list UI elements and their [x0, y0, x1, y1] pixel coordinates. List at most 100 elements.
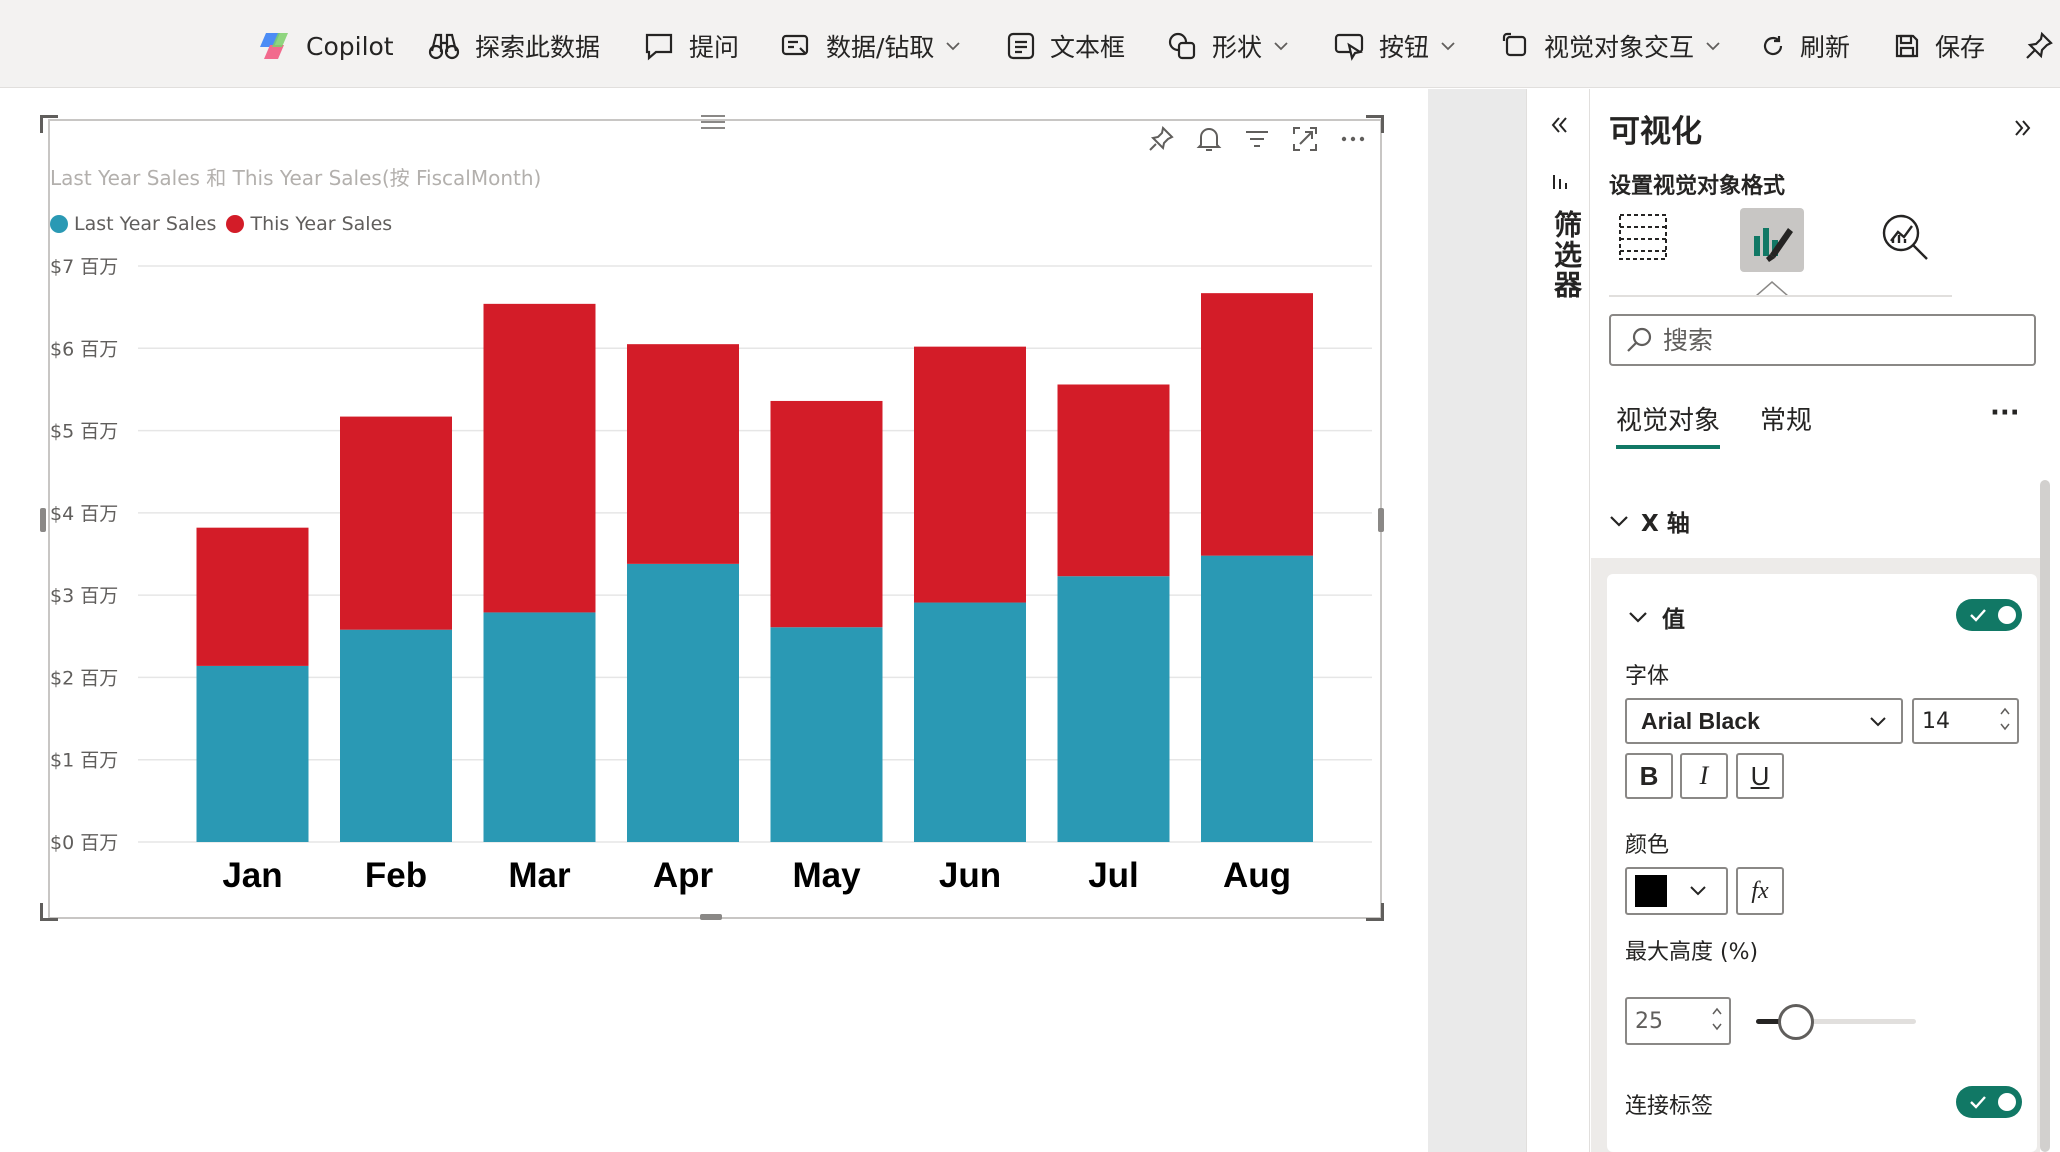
bell-icon[interactable]	[1194, 124, 1224, 154]
filter-icon[interactable]	[1242, 124, 1272, 154]
visual-title: Last Year Sales 和 This Year Sales(按 Fisc…	[50, 166, 542, 190]
font-family-dropdown[interactable]: Arial Black	[1625, 698, 1903, 744]
format-search-box[interactable]	[1609, 314, 2036, 366]
pane-tabs-divider	[1609, 295, 1952, 297]
double-chevron-right-icon[interactable]	[2012, 117, 2034, 139]
refresh-icon	[1763, 36, 1783, 56]
data-drill-icon	[781, 34, 809, 56]
ask-question-label: 提问	[689, 33, 740, 62]
max-height-stepper[interactable]: 25	[1625, 997, 1731, 1045]
focus-mode-icon[interactable]	[1290, 124, 1320, 154]
chevron-down-icon	[946, 42, 961, 51]
explore-data-button[interactable]: 探索此数据	[427, 26, 600, 66]
filter-funnel-icon	[1553, 175, 1567, 189]
legend-item-this-year[interactable]: This Year Sales	[226, 213, 392, 235]
pane-title: 可视化	[1609, 114, 1702, 150]
pin-button[interactable]	[2024, 26, 2060, 66]
shapes-button[interactable]: 形状	[1166, 26, 1288, 66]
check-icon	[1970, 1096, 1986, 1109]
more-options-button[interactable]: ···	[1990, 398, 2020, 428]
values-card-header[interactable]: 值	[1628, 600, 1685, 634]
chevron-down-icon	[1629, 612, 1647, 623]
pin-visual-icon[interactable]	[1146, 124, 1176, 154]
copilot-icon	[260, 33, 288, 59]
shapes-icon	[1168, 32, 1196, 60]
format-visual-tab[interactable]	[1740, 208, 1804, 272]
chevron-down-icon	[1441, 42, 1455, 51]
stepper-arrows-icon[interactable]	[1711, 1004, 1723, 1038]
stepper-arrows-icon[interactable]	[1999, 704, 2011, 738]
conditional-format-button[interactable]: fx	[1736, 867, 1784, 915]
ribbon-toolbar: Copilot 探索此数据 提问 数据/钻取 文本框 形状 按钮 视觉对象交互 …	[0, 0, 2060, 88]
legend-label: Last Year Sales	[74, 213, 217, 235]
canvas-margin	[1428, 89, 1526, 1152]
resize-handle-top-left[interactable]	[40, 115, 58, 133]
font-label: 字体	[1625, 664, 1670, 689]
values-toggle[interactable]	[1956, 599, 2022, 631]
refresh-button[interactable]: 刷新	[1760, 26, 1850, 66]
analytics-tab[interactable]	[1876, 208, 1934, 266]
pane-scrollbar[interactable]	[2040, 480, 2050, 1152]
chevron-down-icon	[1610, 516, 1628, 527]
save-button[interactable]: 保存	[1893, 26, 1985, 66]
copilot-label: Copilot	[306, 31, 394, 61]
resize-handle-left[interactable]	[40, 508, 46, 532]
underline-button[interactable]: U	[1736, 753, 1784, 799]
visual-interactions-label: 视觉对象交互	[1544, 33, 1695, 62]
build-visual-tab[interactable]	[1614, 208, 1672, 266]
copilot-button[interactable]: Copilot	[258, 26, 394, 66]
chevron-down-icon	[1274, 42, 1288, 51]
font-family-value: Arial Black	[1641, 707, 1760, 734]
buttons-button[interactable]: 按钮	[1333, 26, 1455, 66]
legend-marker	[50, 215, 68, 233]
x-axis-section-header[interactable]: X 轴	[1609, 504, 1690, 538]
x-axis-section-label: X 轴	[1641, 511, 1690, 537]
legend-label: This Year Sales	[250, 213, 393, 235]
color-swatch	[1635, 875, 1667, 907]
shapes-label: 形状	[1212, 33, 1263, 62]
more-options-icon[interactable]	[1338, 124, 1368, 154]
check-icon	[1970, 609, 1986, 622]
speech-bubble-icon	[645, 33, 673, 61]
stacked-column-visual[interactable]	[48, 119, 1382, 919]
textbox-icon	[1007, 32, 1035, 60]
toggle-knob	[1998, 1093, 2016, 1111]
search-input[interactable]	[1663, 325, 2023, 355]
double-chevron-left-icon[interactable]	[1548, 114, 1570, 136]
italic-button[interactable]: I	[1680, 753, 1728, 799]
legend-marker	[226, 215, 245, 233]
active-tab-pointer	[1756, 281, 1788, 296]
chevron-down-icon	[1706, 42, 1720, 51]
resize-handle-top-right[interactable]	[1366, 115, 1384, 133]
tab-general[interactable]: 常规	[1760, 400, 1812, 437]
save-label: 保存	[1935, 33, 1986, 62]
color-label: 颜色	[1625, 833, 1670, 858]
values-card-label: 值	[1662, 607, 1685, 633]
max-height-slider-thumb[interactable]	[1778, 1004, 1814, 1040]
max-height-value: 25	[1635, 1008, 1663, 1034]
filters-label[interactable]: 筛选器	[1546, 210, 1586, 300]
data-drill-button[interactable]: 数据/钻取	[780, 26, 961, 66]
font-size-stepper[interactable]: 14	[1912, 698, 2019, 744]
chart-legend: Last Year Sales This Year Sales	[50, 213, 402, 235]
legend-item-last-year[interactable]: Last Year Sales	[50, 213, 216, 235]
drag-handle-icon[interactable]	[700, 113, 726, 135]
max-height-label: 最大高度 (%)	[1625, 940, 1759, 965]
ask-question-button[interactable]: 提问	[643, 26, 739, 66]
textbox-label: 文本框	[1050, 33, 1126, 62]
data-drill-label: 数据/钻取	[826, 33, 935, 62]
resize-handle-right[interactable]	[1378, 508, 1384, 532]
tab-visual[interactable]: 视觉对象	[1616, 400, 1721, 449]
resize-handle-bottom-right[interactable]	[1366, 903, 1384, 921]
format-brush-icon	[1754, 228, 1793, 262]
chevron-down-icon	[1870, 717, 1886, 727]
bold-button[interactable]: B	[1625, 753, 1673, 799]
resize-handle-bottom-left[interactable]	[40, 903, 58, 921]
textbox-button[interactable]: 文本框	[1006, 26, 1125, 66]
pane-subtitle: 设置视觉对象格式	[1609, 174, 1786, 199]
concat-labels-toggle[interactable]	[1956, 1086, 2022, 1118]
visual-interactions-button[interactable]: 视觉对象交互	[1502, 26, 1720, 66]
refresh-label: 刷新	[1800, 33, 1851, 62]
resize-handle-bottom[interactable]	[700, 914, 722, 920]
font-color-picker[interactable]	[1625, 867, 1728, 915]
